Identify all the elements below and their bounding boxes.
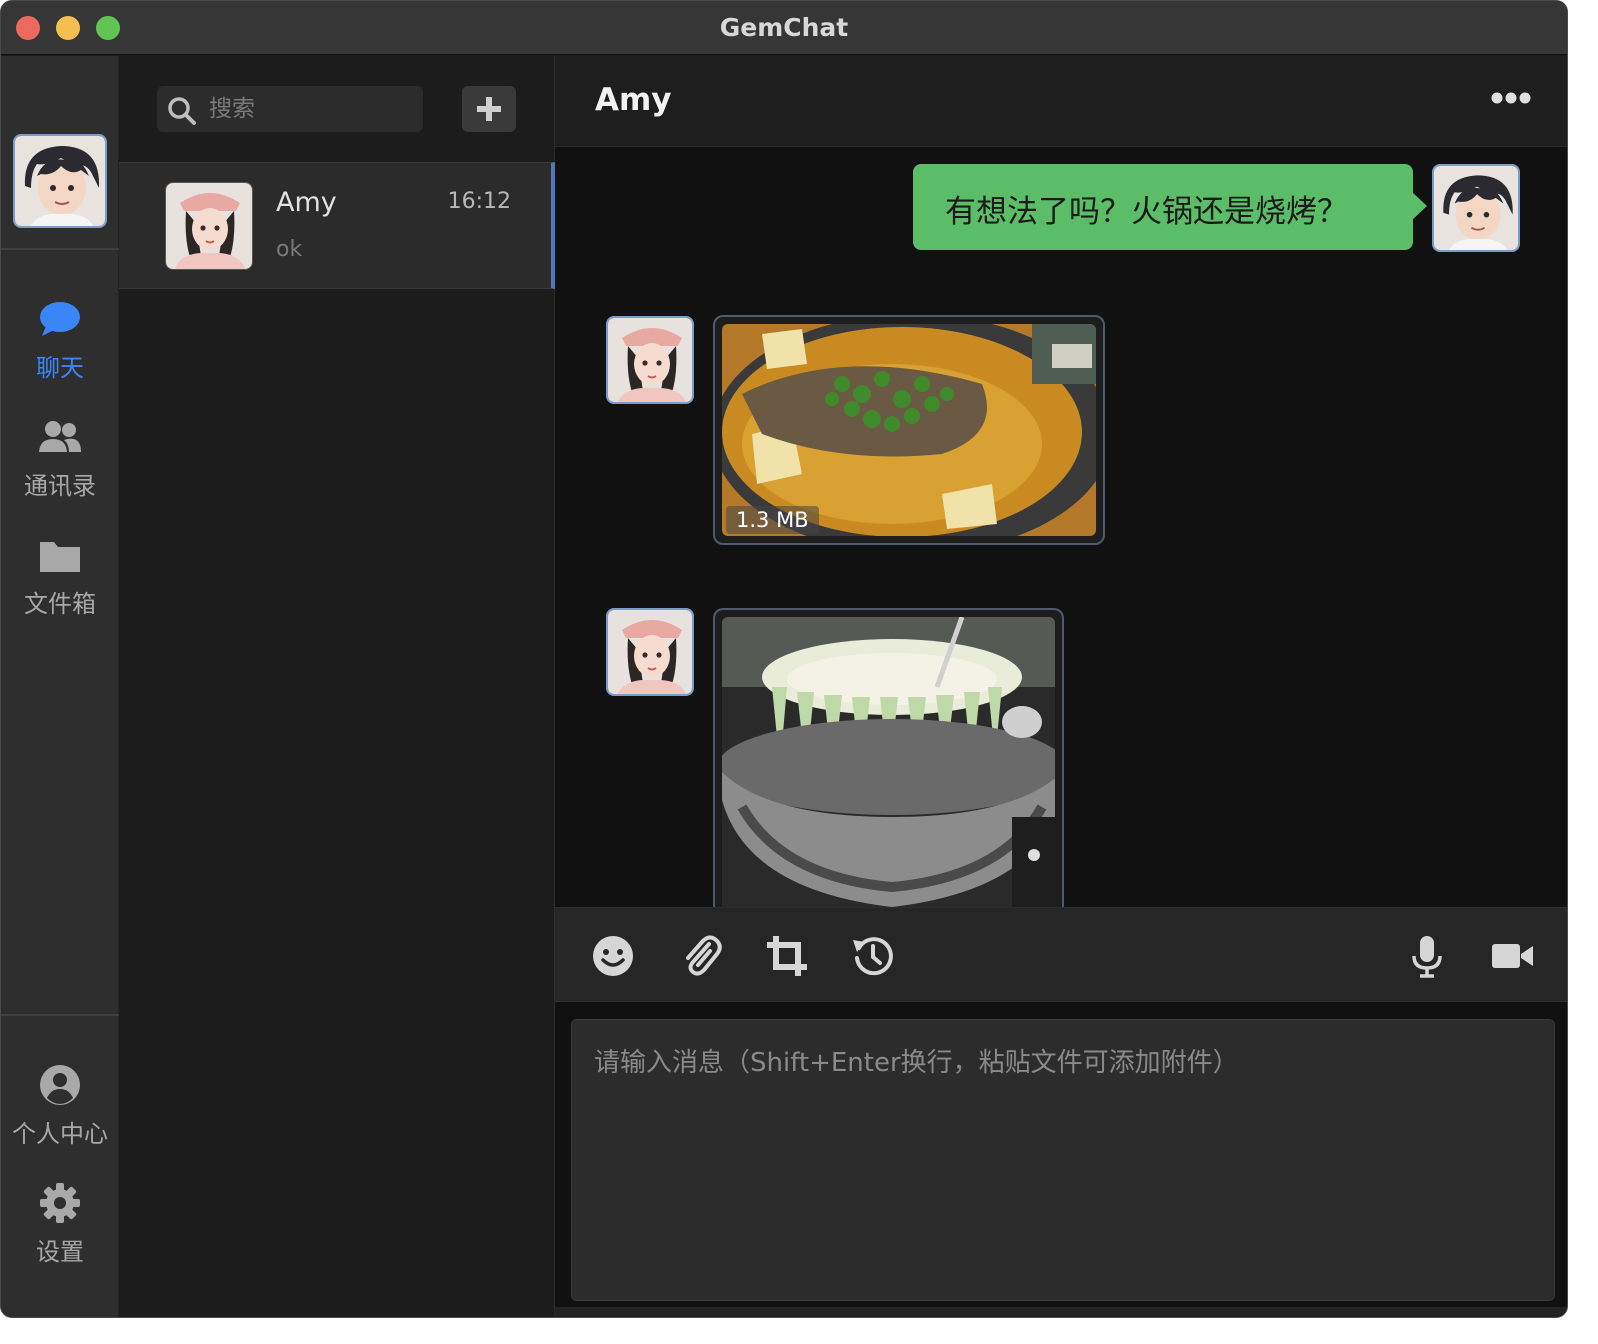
add-conversation-button[interactable] <box>462 86 516 132</box>
user-circle-icon <box>40 1065 80 1105</box>
more-dots-icon <box>1491 92 1531 104</box>
incoming-image-message[interactable]: 1.3 MB <box>713 315 1105 545</box>
video-call-button[interactable] <box>1491 934 1535 978</box>
girl-avatar-illustration <box>608 610 692 694</box>
message-input[interactable] <box>572 1020 1554 1300</box>
chat-panel: Amy 有想法了吗？火锅还是烧烤？ 1.3 MB 请输入消息（Shift+Ent… <box>555 56 1567 1317</box>
boy-avatar-illustration <box>1434 166 1518 250</box>
nav-label-chat: 聊天 <box>36 354 84 382</box>
emoji-icon <box>593 936 633 976</box>
video-call-icon <box>1492 944 1533 968</box>
contact-avatar <box>165 182 253 270</box>
nav-label-files: 文件箱 <box>24 590 96 618</box>
history-icon <box>853 937 893 976</box>
voice-button[interactable] <box>1405 934 1449 978</box>
folder-icon <box>40 542 80 572</box>
nav-item-chat[interactable]: 聊天 <box>1 300 119 383</box>
emoji-button[interactable] <box>591 934 635 978</box>
left-nav: 聊天 通讯录 文件箱 个人中心 设置 <box>1 56 119 1317</box>
search-icon <box>168 97 196 125</box>
girl-avatar-illustration <box>608 318 692 402</box>
crop-button[interactable] <box>765 934 809 978</box>
amy-message-avatar[interactable] <box>606 316 694 404</box>
search-box[interactable] <box>157 86 423 132</box>
more-options-button[interactable] <box>1491 90 1531 109</box>
crop-icon <box>767 936 807 976</box>
conversation-time: 16:12 <box>447 189 511 214</box>
conversation-item-amy[interactable]: Amy 16:12 ok <box>119 162 555 289</box>
incoming-image-message[interactable] <box>713 608 1064 918</box>
amy-message-avatar[interactable] <box>606 608 694 696</box>
conversation-preview: ok <box>276 237 303 262</box>
nav-profile-area <box>1 56 119 250</box>
girl-avatar-illustration <box>166 183 252 269</box>
plus-icon <box>477 97 501 121</box>
boy-avatar-illustration <box>15 136 105 226</box>
nav-label-contacts: 通讯录 <box>24 472 96 500</box>
chat-title: Amy <box>595 82 672 118</box>
bbq-grill-photo <box>722 617 1055 911</box>
window-title: GemChat <box>719 13 849 42</box>
my-avatar[interactable] <box>13 134 107 228</box>
nav-item-contacts[interactable]: 通讯录 <box>1 418 119 501</box>
attachment-button[interactable] <box>679 934 723 978</box>
nav-item-files[interactable]: 文件箱 <box>1 536 119 619</box>
contacts-icon <box>39 421 81 452</box>
chat-bubble-icon <box>40 302 80 336</box>
my-message-avatar[interactable] <box>1432 164 1520 252</box>
attachment-icon <box>686 935 722 976</box>
nav-divider <box>1 1014 119 1016</box>
message-composer[interactable] <box>571 1019 1555 1301</box>
message-toolbar <box>555 907 1567 1002</box>
search-input[interactable] <box>209 92 409 126</box>
nav-label-profile: 个人中心 <box>12 1120 108 1148</box>
chat-header: Amy <box>555 56 1567 147</box>
bbq-grill-image <box>722 617 1055 911</box>
history-button[interactable] <box>851 934 895 978</box>
fish-hotpot-image <box>722 324 1096 536</box>
conversation-name: Amy <box>276 187 337 218</box>
title-bar: GemChat <box>1 1 1567 55</box>
file-size-label: 1.3 MB <box>726 506 819 534</box>
gear-icon <box>40 1183 80 1223</box>
composer-footer <box>555 1307 1567 1317</box>
app-window: GemChat 聊天 通讯录 文件箱 个人中心 设置 搜索 Amy 16:12 … <box>0 0 1568 1318</box>
nav-item-settings[interactable]: 设置 <box>1 1182 119 1267</box>
conversation-list-panel: Amy 16:12 ok <box>119 56 555 1317</box>
microphone-icon <box>1412 936 1442 978</box>
nav-label-settings: 设置 <box>36 1238 84 1266</box>
outgoing-text-message: 有想法了吗？火锅还是烧烤？ <box>913 164 1427 250</box>
nav-item-profile[interactable]: 个人中心 <box>1 1064 119 1149</box>
fish-hotpot-photo: 1.3 MB <box>722 324 1096 536</box>
